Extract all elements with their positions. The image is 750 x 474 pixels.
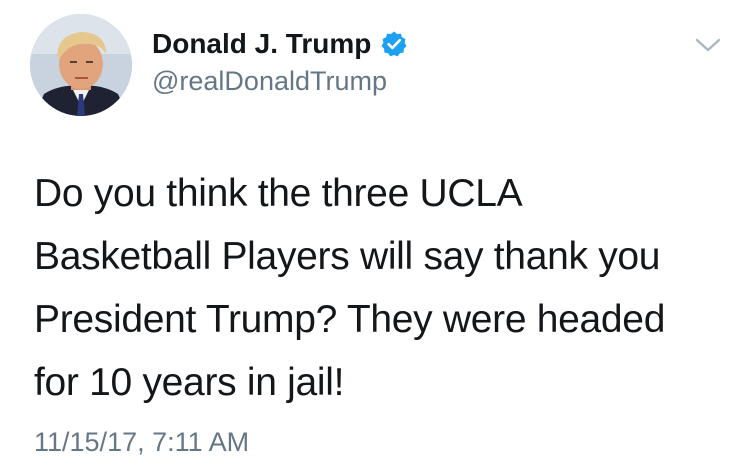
author-name-row: Donald J. Trump: [152, 27, 408, 61]
tweet-menu-button[interactable]: [690, 30, 726, 60]
chevron-down-icon: [695, 38, 721, 52]
avatar[interactable]: [30, 14, 132, 116]
verified-badge-icon: [380, 30, 408, 58]
tweet-text-line: Basketball Players will say thank you: [34, 235, 661, 278]
author-display-name[interactable]: Donald J. Trump: [152, 28, 371, 60]
tweet-text-line: Do you think the three UCLA: [34, 172, 523, 215]
author-handle[interactable]: @realDonaldTrump: [152, 66, 387, 97]
tweet-text-line: President Trump? They were headed: [34, 298, 666, 341]
tweet-timestamp[interactable]: 11/15/17, 7:11 AM: [34, 427, 249, 458]
tweet-card: Donald J. Trump @realDonaldTrump Do you …: [0, 0, 750, 474]
profile-photo-icon: [30, 14, 132, 116]
tweet-text-line: for 10 years in jail!: [34, 361, 345, 404]
tweet-text: Do you think the three UCLA Basketball P…: [34, 162, 734, 414]
